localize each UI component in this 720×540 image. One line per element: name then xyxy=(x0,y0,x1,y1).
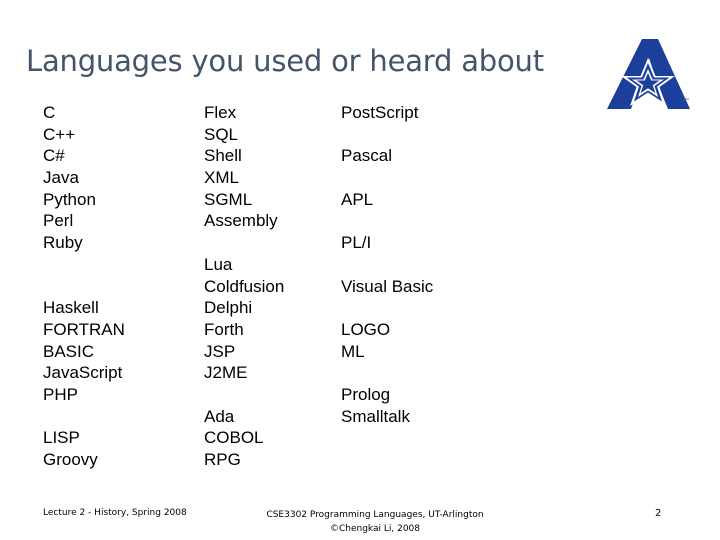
language-column-3: PostScript Pascal APL PL/I Visual Basic … xyxy=(341,102,521,427)
list-item: PHP xyxy=(43,384,78,404)
footer-lecture-label: Lecture 2 - History, Spring 2008 xyxy=(43,508,187,518)
list-item: Coldfusion xyxy=(204,276,285,296)
list-item: J2ME xyxy=(204,363,248,383)
list-item: Haskell xyxy=(43,298,99,318)
list-item-spacer xyxy=(43,254,198,276)
list-item: Delphi xyxy=(204,298,253,318)
list-item: APL xyxy=(341,189,374,209)
list-item: Shell xyxy=(204,146,242,166)
list-item: BASIC xyxy=(43,341,95,361)
list-item: Perl xyxy=(43,211,74,231)
list-item: SGML xyxy=(204,189,253,209)
list-item-spacer xyxy=(43,406,198,428)
list-item-spacer xyxy=(204,232,339,254)
list-item-spacer xyxy=(341,124,521,146)
list-item: Flex xyxy=(204,103,237,122)
list-item: RPG xyxy=(204,450,241,469)
list-item-spacer xyxy=(341,210,521,232)
list-item: PostScript xyxy=(341,103,419,122)
slide-footer: Lecture 2 - History, Spring 2008 CSE3302… xyxy=(0,502,720,540)
list-item: COBOL xyxy=(204,428,264,448)
list-item: PL/I xyxy=(341,233,372,253)
list-item-spacer xyxy=(43,276,198,298)
list-item-spacer xyxy=(341,362,521,384)
list-item: Visual Basic xyxy=(341,276,434,296)
list-item-spacer xyxy=(341,254,521,276)
list-item: Ruby xyxy=(43,233,83,253)
list-item: LOGO xyxy=(341,319,391,339)
list-item: JSP xyxy=(204,341,236,361)
language-lists: C C++ C# Java Python Perl Ruby Haskell F… xyxy=(0,0,720,540)
list-item: ML xyxy=(341,341,365,361)
list-item: Java xyxy=(43,168,79,188)
list-item: Prolog xyxy=(341,384,391,404)
list-item: Forth xyxy=(204,319,244,339)
list-item: C# xyxy=(43,146,65,166)
list-item: Python xyxy=(43,189,96,209)
list-item-spacer xyxy=(341,297,521,319)
list-item: C xyxy=(43,103,56,122)
list-item-spacer xyxy=(341,167,521,189)
list-item: Pascal xyxy=(341,146,393,166)
list-item: Assembly xyxy=(204,211,278,231)
slide-canvas: Languages you used or heard about ™ C C+… xyxy=(0,0,720,540)
list-item: Ada xyxy=(204,406,235,426)
list-item: C++ xyxy=(43,124,76,144)
list-item: JavaScript xyxy=(43,363,123,383)
page-number: 2 xyxy=(655,508,662,519)
list-item: LISP xyxy=(43,428,80,448)
list-item-spacer xyxy=(204,384,339,406)
list-item: SQL xyxy=(204,124,239,144)
footer-copyright-line: ©Chengkai Li, 2008 xyxy=(329,524,420,534)
language-column-2: Flex SQL Shell XML SGML Assembly Lua Col… xyxy=(204,102,339,471)
list-item: Smalltalk xyxy=(341,406,410,426)
footer-course-line: CSE3302 Programming Languages, UT-Arling… xyxy=(266,510,484,520)
list-item: FORTRAN xyxy=(43,319,125,339)
language-column-1: C C++ C# Java Python Perl Ruby Haskell F… xyxy=(43,102,198,471)
list-item: Lua xyxy=(204,254,233,274)
list-item: Groovy xyxy=(43,450,98,469)
list-item: XML xyxy=(204,168,239,188)
footer-course-info: CSE3302 Programming Languages, UT-Arling… xyxy=(230,508,520,536)
